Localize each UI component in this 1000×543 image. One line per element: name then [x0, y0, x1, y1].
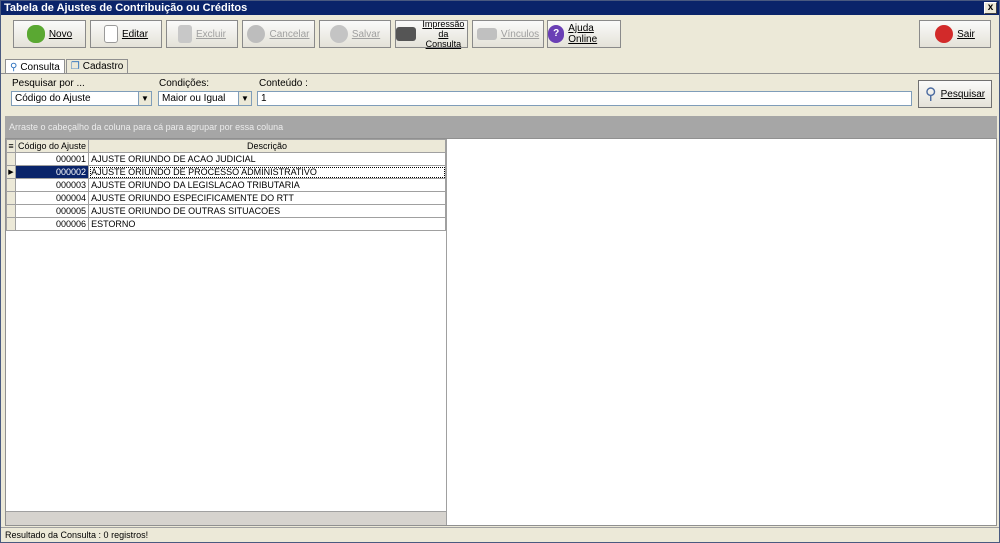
- excluir-button[interactable]: Excluir: [166, 20, 238, 48]
- results-grid[interactable]: ≡ Código do Ajuste Descrição 000001 AJUS…: [5, 138, 997, 526]
- magnifier-icon: ⚲: [924, 86, 937, 103]
- group-by-area[interactable]: Arraste o cabeçalho da coluna para cá pa…: [5, 116, 997, 138]
- pesquisar-select[interactable]: Código do Ajuste ▼: [11, 91, 152, 106]
- table-row[interactable]: 000001 AJUSTE ORIUNDO DE ACAO JUDICIAL: [6, 152, 446, 166]
- condicoes-select[interactable]: Maior ou Igual ▼: [158, 91, 252, 106]
- table-row[interactable]: 000003 AJUSTE ORIUNDO DA LEGISLACAO TRIB…: [6, 178, 446, 192]
- clover-icon: [26, 25, 45, 43]
- cancel-icon: [247, 25, 266, 43]
- results-table: ≡ Código do Ajuste Descrição 000001 AJUS…: [6, 139, 446, 231]
- main-window: Tabela de Ajustes de Contribuição ou Cré…: [0, 0, 1000, 543]
- table-row[interactable]: 000004 AJUSTE ORIUNDO ESPECIFICAMENTE DO…: [6, 191, 446, 205]
- conteudo-input[interactable]: 1: [257, 91, 912, 106]
- title-bar: Tabela de Ajustes de Contribuição ou Cré…: [1, 1, 999, 15]
- printer-icon: [396, 27, 416, 41]
- novo-button[interactable]: Novo: [13, 20, 86, 48]
- table-row[interactable]: 000005 AJUSTE ORIUNDO DE OUTRAS SITUACOE…: [6, 204, 446, 218]
- close-window-button[interactable]: x: [984, 2, 997, 14]
- row-pointer-icon: ▶: [6, 165, 16, 179]
- salvar-button[interactable]: Salvar: [319, 20, 391, 48]
- chevron-down-icon: ▼: [138, 92, 151, 105]
- exit-icon: [935, 25, 954, 43]
- check-icon: [329, 25, 348, 43]
- pesquisar-button[interactable]: ⚲ Pesquisar: [918, 80, 992, 108]
- window-title: Tabela de Ajustes de Contribuição ou Cré…: [4, 2, 248, 14]
- column-header-descricao[interactable]: Descrição: [88, 139, 446, 153]
- pesquisar-label: Pesquisar por ...: [12, 78, 85, 89]
- column-header-codigo[interactable]: Código do Ajuste: [14, 139, 90, 153]
- copy-icon: ❐: [70, 61, 80, 72]
- ajuda-online-button[interactable]: ? Ajuda Online: [547, 20, 621, 48]
- tab-strip: ⚲ Consulta ❐ Cadastro: [5, 59, 129, 75]
- help-icon: ?: [548, 25, 565, 43]
- toolbar: Novo Editar Excluir Cancelar Salvar Impr…: [1, 15, 999, 53]
- document-icon: [103, 25, 118, 43]
- status-bar: Resultado da Consulta : 0 registros!: [1, 527, 999, 542]
- link-icon: [476, 28, 497, 40]
- tab-cadastro[interactable]: ❐ Cadastro: [65, 59, 129, 74]
- conteudo-label: Conteúdo :: [259, 78, 308, 89]
- impressao-button[interactable]: Impressão da Consulta: [395, 19, 468, 49]
- table-row-selected[interactable]: ▶ 000002 AJUSTE ORIUNDO DE PROCESSO ADMI…: [6, 165, 446, 179]
- condicoes-label: Condições:: [159, 78, 210, 89]
- cancelar-button[interactable]: Cancelar: [242, 20, 315, 48]
- column-chooser-icon[interactable]: ≡: [6, 139, 16, 153]
- editar-button[interactable]: Editar: [90, 20, 162, 48]
- chevron-down-icon: ▼: [238, 92, 251, 105]
- table-row[interactable]: 000006 ESTORNO: [6, 217, 446, 231]
- trash-icon: [177, 25, 192, 43]
- vinculos-button[interactable]: Vínculos: [472, 20, 544, 48]
- consulta-panel: Pesquisar por ... Código do Ajuste ▼ Con…: [1, 73, 999, 528]
- horizontal-scrollbar[interactable]: [6, 511, 446, 525]
- sair-button[interactable]: Sair: [919, 20, 991, 48]
- grid-divider: [446, 139, 447, 525]
